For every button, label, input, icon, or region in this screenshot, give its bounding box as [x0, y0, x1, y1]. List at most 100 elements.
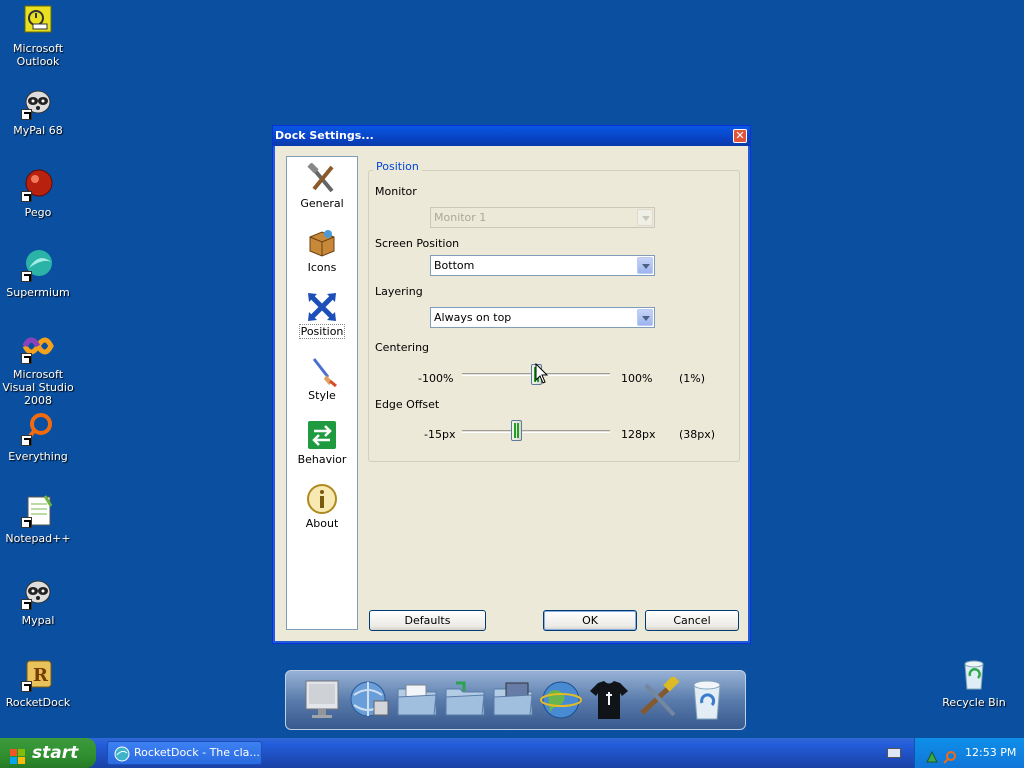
desktop-icon-label: MyPal 68 — [13, 124, 63, 137]
close-icon: ✕ — [735, 129, 745, 142]
shortcut-arrow-icon — [21, 191, 32, 202]
edge-offset-label: Edge Offset — [375, 398, 440, 411]
layering-select[interactable]: Always on top — [430, 307, 655, 328]
notepad-icon — [21, 494, 55, 528]
rocketdock-bar — [285, 670, 746, 730]
nav-label: Position — [298, 324, 346, 339]
shortcut-arrow-icon — [21, 353, 32, 364]
visual-studio-icon — [21, 330, 55, 364]
nav-item-general[interactable]: General — [287, 159, 357, 219]
start-button[interactable]: start — [0, 738, 96, 768]
outlook-icon — [21, 4, 55, 38]
internet-globe-icon[interactable] — [538, 677, 584, 723]
edge-offset-min: -15px — [424, 428, 456, 441]
desktop-icon-label: Microsoft Visual Studio 2008 — [2, 368, 74, 407]
cancel-button[interactable]: Cancel — [645, 610, 739, 631]
box-icon — [306, 227, 338, 259]
supermium-icon — [21, 248, 55, 282]
desktop-icon-supermium[interactable]: Supermium — [0, 248, 78, 299]
settings-nav: General Icons Position Style Behavior Ab… — [286, 156, 358, 630]
layering-label: Layering — [375, 285, 423, 298]
desktop-icon-pego[interactable]: Pego — [0, 168, 78, 219]
dialog-body: General Icons Position Style Behavior Ab… — [276, 146, 747, 640]
shortcut-arrow-icon — [21, 599, 32, 610]
nav-label: General — [300, 197, 344, 210]
desktop-icon-everything[interactable]: Everything — [0, 412, 78, 463]
pego-icon — [21, 168, 55, 202]
ok-button[interactable]: OK — [543, 610, 637, 631]
centering-max: 100% — [621, 372, 653, 385]
desktop-icon-label: Notepad++ — [5, 532, 71, 545]
group-title: Position — [373, 160, 422, 173]
nav-label: Icons — [307, 261, 337, 274]
monitor-label: Monitor — [375, 185, 417, 198]
edge-offset-max: 128px — [621, 428, 656, 441]
keyboard-icon[interactable] — [887, 748, 901, 758]
dialog-titlebar[interactable]: Dock Settings... ✕ — [273, 126, 750, 146]
magnifier-icon — [21, 412, 55, 446]
nav-label: About — [305, 517, 339, 530]
chevron-down-icon[interactable] — [637, 257, 653, 274]
nav-item-position[interactable]: Position — [287, 287, 357, 347]
tray-network-icon[interactable] — [925, 746, 939, 763]
screen-position-select[interactable]: Bottom — [430, 255, 655, 276]
rocketdock-icon: R — [21, 658, 55, 692]
behavior-icon — [306, 419, 338, 451]
close-button[interactable]: ✕ — [733, 129, 747, 143]
globe-icon — [114, 746, 130, 762]
screen-position-label: Screen Position — [375, 237, 460, 250]
desktop-icon-label: RocketDock — [5, 696, 71, 709]
desktop-icon-mypal[interactable]: Mypal — [0, 576, 78, 627]
shortcut-arrow-icon — [21, 435, 32, 446]
desktop-icon-label: Supermium — [6, 286, 70, 299]
folder-pictures-icon[interactable] — [490, 677, 536, 723]
arrows-icon — [306, 291, 338, 323]
edge-offset-slider-thumb[interactable] — [511, 420, 523, 441]
clock[interactable]: 12:53 PM — [965, 738, 1016, 768]
nav-item-about[interactable]: About — [287, 479, 357, 539]
desktop-icon-label: Pego — [24, 206, 52, 219]
desktop-icon-notepadpp[interactable]: Notepad++ — [0, 494, 78, 545]
chevron-down-icon — [637, 209, 653, 226]
mouse-cursor-icon — [535, 362, 549, 385]
globe-network-icon[interactable] — [346, 677, 392, 723]
nav-item-style[interactable]: Style — [287, 351, 357, 411]
nav-item-icons[interactable]: Icons — [287, 223, 357, 283]
info-icon — [306, 483, 338, 515]
desktop-icon-outlook[interactable]: Microsoft Outlook — [0, 4, 78, 68]
desktop-icon-mypal68[interactable]: MyPal 68 — [0, 86, 78, 137]
monitor-select-value: Monitor 1 — [434, 211, 487, 224]
dialog-title: Dock Settings... — [275, 129, 374, 142]
monitor-icon[interactable] — [300, 677, 346, 723]
desktop-icon-visual-studio[interactable]: Microsoft Visual Studio 2008 — [0, 330, 78, 407]
svg-text:R: R — [33, 665, 49, 686]
nav-item-behavior[interactable]: Behavior — [287, 415, 357, 475]
shortcut-arrow-icon — [21, 517, 32, 528]
tray-search-icon[interactable] — [943, 746, 957, 764]
layering-value: Always on top — [434, 311, 512, 324]
raccoon-icon — [21, 86, 55, 120]
shortcut-arrow-icon — [21, 681, 32, 692]
chevron-down-icon[interactable] — [637, 309, 653, 326]
start-label: start — [32, 743, 79, 763]
tools-icon[interactable] — [636, 675, 682, 723]
shortcut-arrow-icon — [21, 271, 32, 282]
desktop-icon-label: Microsoft Outlook — [12, 42, 64, 68]
centering-label: Centering — [375, 341, 430, 354]
taskbar: start RocketDock - The cla... 12:53 PM — [0, 738, 1024, 768]
taskbar-button-rocketdock[interactable]: RocketDock - The cla... — [107, 741, 262, 765]
system-tray: 12:53 PM — [914, 738, 1024, 768]
recycle-bin-icon[interactable] — [684, 677, 730, 723]
tshirt-icon[interactable] — [586, 677, 632, 723]
edge-offset-value: (38px) — [679, 428, 716, 441]
desktop-icon-rocketdock[interactable]: R RocketDock — [0, 658, 78, 709]
folder-documents-icon[interactable] — [394, 677, 440, 723]
edge-offset-track[interactable] — [462, 430, 610, 433]
shortcut-arrow-icon — [21, 109, 32, 120]
monitor-select: Monitor 1 — [430, 207, 655, 228]
folder-refresh-icon[interactable] — [442, 677, 488, 723]
defaults-button[interactable]: Defaults — [369, 610, 486, 631]
desktop-icon-recycle-bin[interactable]: Recycle Bin — [934, 658, 1014, 709]
nav-label: Behavior — [297, 453, 347, 466]
windows-logo-icon — [10, 745, 26, 764]
